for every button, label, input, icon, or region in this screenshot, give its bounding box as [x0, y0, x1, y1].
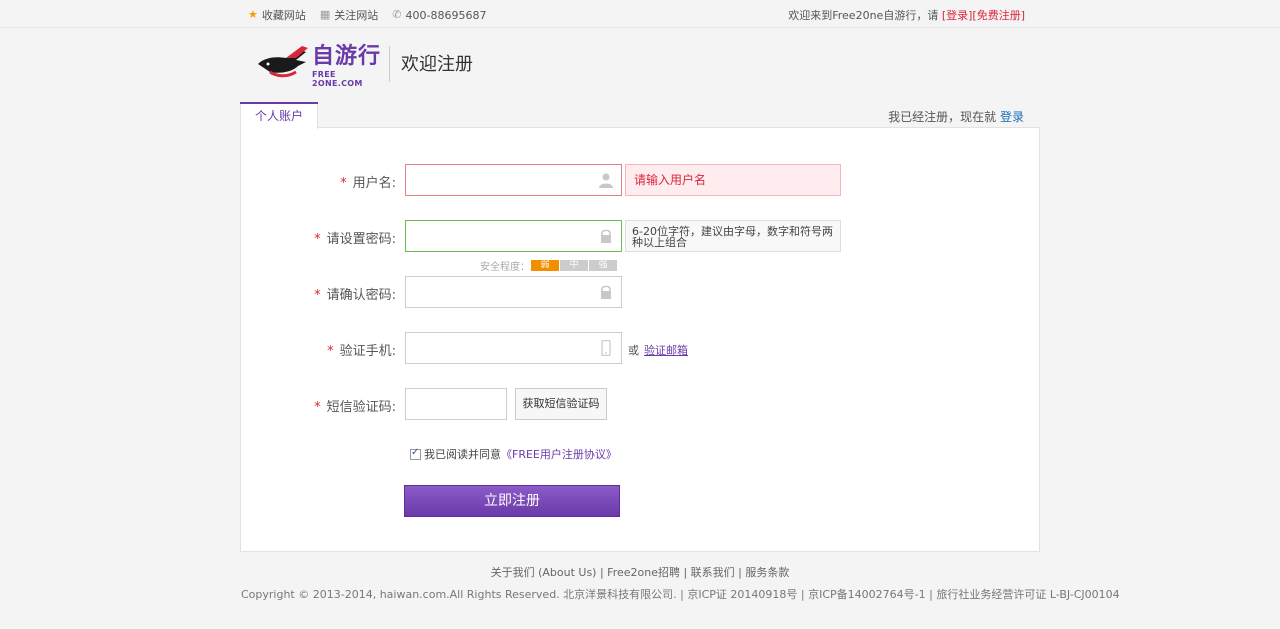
username-error-tip: 请输入用户名: [625, 164, 841, 196]
footer-copyright: Copyright © 2013-2014, haiwan.com.All Ri…: [241, 588, 1120, 601]
lock-icon: [601, 285, 611, 299]
register-submit-button[interactable]: 立即注册: [404, 485, 620, 517]
required-mark: *: [314, 288, 321, 303]
user-icon: [599, 173, 613, 188]
username-label: * 用户名:: [236, 172, 396, 191]
password-label-text: 请设置密码:: [326, 232, 396, 247]
top-register-link[interactable]: [免费注册]: [972, 9, 1025, 22]
sms-code-label-text: 短信验证码:: [326, 400, 396, 415]
rabbit-logo-icon: [258, 46, 308, 78]
login-link[interactable]: 登录: [1000, 110, 1024, 124]
username-label-text: 用户名:: [352, 176, 396, 191]
logo-text: 自游行: [312, 44, 382, 69]
phone-info: ✆ 400-88695687: [392, 9, 486, 22]
agreement-link[interactable]: 《FREE用户注册协议》: [501, 446, 617, 462]
follow-label: 关注网站: [334, 9, 379, 22]
strength-medium: 中: [560, 260, 588, 271]
password-input[interactable]: [406, 221, 586, 251]
bookmark-label: 收藏网站: [261, 9, 306, 22]
sms-code-label: * 短信验证码:: [236, 396, 396, 415]
password-strength: 安全程度： 弱 中 强: [480, 258, 617, 273]
strength-strong: 强: [589, 260, 617, 271]
username-input[interactable]: [406, 165, 586, 195]
phone-label-text: 验证手机:: [339, 344, 396, 359]
page-title: 欢迎注册: [401, 54, 473, 75]
required-mark: *: [327, 344, 334, 359]
required-mark: *: [314, 400, 321, 415]
star-icon: ★: [248, 8, 258, 21]
strength-weak: 弱: [531, 260, 559, 271]
phone-number: 400-88695687: [405, 8, 487, 22]
sms-code-field: [405, 388, 507, 420]
login-hint-text: 我已经注册，现在就: [888, 110, 1000, 124]
phone-label: * 验证手机:: [236, 340, 396, 359]
password-label: * 请设置密码:: [236, 228, 396, 247]
agreement-checkbox[interactable]: [410, 447, 421, 460]
phone-icon: ✆: [392, 8, 402, 21]
password-hint-tip: 6-20位字符，建议由字母，数字和符号两种以上组合: [625, 220, 841, 252]
confirm-password-input[interactable]: [406, 277, 586, 307]
lock-icon: [601, 229, 611, 243]
top-login-link[interactable]: [登录]: [942, 9, 973, 22]
verify-email-link[interactable]: 验证邮箱: [644, 342, 688, 358]
tab-bar: 个人账户 我已经注册，现在就 登录: [240, 102, 1040, 129]
top-bar: ★ 收藏网站 ▦ 关注网站 ✆ 400-88695687 欢迎来到Free20n…: [0, 0, 1280, 28]
footer-links[interactable]: 关于我们 (About Us) | Free2one招聘 | 联系我们 | 服务…: [0, 564, 1280, 580]
confirm-password-label-text: 请确认密码:: [326, 288, 396, 303]
agreement-text: 我已阅读并同意: [424, 448, 501, 461]
username-field: [405, 164, 622, 196]
top-bar-right: 欢迎来到Free20ne自游行，请 [登录][免费注册]: [788, 7, 1025, 23]
phone-input[interactable]: [406, 333, 586, 363]
tab-personal-account[interactable]: 个人账户: [240, 102, 318, 129]
qrcode-icon: ▦: [319, 8, 331, 21]
welcome-text: 欢迎来到Free20ne自游行，请: [788, 9, 942, 22]
agreement-row: 我已阅读并同意 《FREE用户注册协议》: [410, 446, 617, 462]
phone-field: [405, 332, 622, 364]
password-field: [405, 220, 622, 252]
mobile-phone-icon: [601, 340, 611, 356]
header-divider: [389, 46, 390, 82]
sms-code-input[interactable]: [406, 389, 504, 419]
required-mark: *: [340, 176, 347, 191]
top-bar-left: ★ 收藏网站 ▦ 关注网站 ✆ 400-88695687: [248, 7, 500, 23]
confirm-password-label: * 请确认密码:: [236, 284, 396, 303]
logo-subtext: FREE 2ONE.COM: [312, 70, 363, 88]
logo[interactable]: 自游行 FREE 2ONE.COM: [256, 44, 386, 88]
header: 自游行 FREE 2ONE.COM 欢迎注册: [0, 28, 1280, 100]
required-mark: *: [314, 232, 321, 247]
confirm-password-field: [405, 276, 622, 308]
get-sms-code-button[interactable]: 获取短信验证码: [515, 388, 607, 420]
or-text: 或: [628, 344, 639, 357]
strength-label: 安全程度：: [480, 262, 530, 273]
bookmark-link[interactable]: ★ 收藏网站: [248, 7, 306, 23]
follow-link[interactable]: ▦ 关注网站: [320, 7, 378, 23]
login-hint: 我已经注册，现在就 登录: [888, 108, 1024, 125]
